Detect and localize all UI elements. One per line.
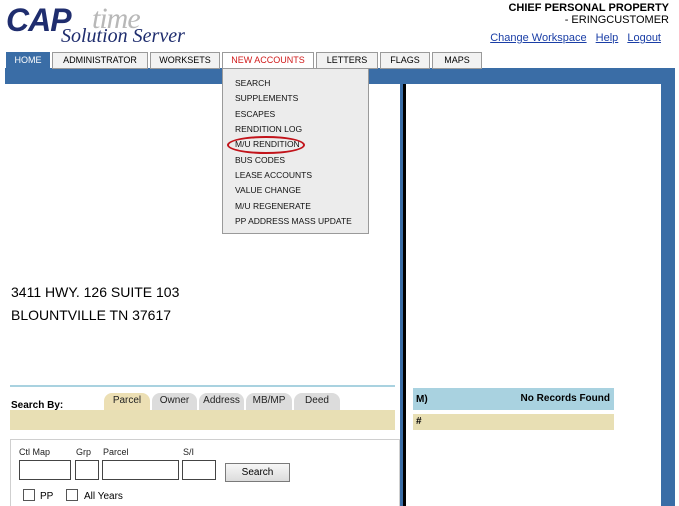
workspace-title: CHIEF PERSONAL PROPERTY — [508, 2, 669, 14]
tab-worksets[interactable]: WORKSETS — [150, 52, 220, 69]
tab-home[interactable]: HOME — [6, 52, 50, 69]
help-link[interactable]: Help — [596, 32, 619, 44]
menu-item-search[interactable]: SEARCH — [235, 78, 270, 88]
grid-row-hash: # — [416, 416, 422, 427]
ctl-map-label: Ctl Map — [19, 447, 51, 457]
parcel-label: Parcel — [103, 447, 129, 457]
si-input[interactable] — [182, 460, 216, 480]
menu-item-escapes[interactable]: ESCAPES — [235, 109, 275, 119]
change-workspace-link[interactable]: Change Workspace — [490, 32, 586, 44]
current-user: - ERINGCUSTOMER — [564, 14, 669, 26]
records-grid-header: M) No Records Found — [413, 388, 614, 410]
menu-item-rendition-log[interactable]: RENDITION LOG — [235, 124, 302, 134]
tab-new-accounts[interactable]: NEW ACCOUNTS — [222, 52, 314, 69]
logo-subtitle: Solution Server — [61, 25, 185, 47]
address-line-2: BLOUNTVILLE TN 37617 — [11, 307, 172, 323]
search-tab-owner[interactable]: Owner — [152, 393, 197, 411]
ctl-map-input[interactable] — [19, 460, 71, 480]
grid-column-m: M) — [416, 394, 428, 405]
menu-item-mu-regenerate[interactable]: M/U REGENERATE — [235, 201, 311, 211]
search-tab-mbmp[interactable]: MB/MP — [246, 393, 292, 411]
search-divider — [10, 385, 395, 387]
captime-logo: CAP time Solution Server — [4, 2, 234, 48]
menu-item-supplements[interactable]: SUPPLEMENTS — [235, 93, 298, 103]
search-tab-parcel[interactable]: Parcel — [104, 393, 150, 411]
grp-label: Grp — [76, 447, 92, 457]
all-years-label: All Years — [84, 491, 123, 502]
si-label: S/I — [183, 447, 195, 457]
pp-checkbox[interactable] — [23, 489, 35, 501]
search-tab-band — [10, 410, 395, 430]
menu-item-bus-codes[interactable]: BUS CODES — [235, 155, 285, 165]
right-panel — [406, 84, 661, 506]
parcel-input[interactable] — [102, 460, 179, 480]
header-links: Change Workspace Help Logout — [484, 32, 661, 44]
search-tab-address[interactable]: Address — [199, 393, 244, 411]
tab-flags[interactable]: FLAGS — [380, 52, 430, 69]
workspace-info: CHIEF PERSONAL PROPERTY - ERINGCUSTOMER — [508, 2, 669, 26]
search-tab-deed[interactable]: Deed — [294, 393, 340, 411]
menu-item-lease-accounts[interactable]: LEASE ACCOUNTS — [235, 170, 312, 180]
highlight-circle — [227, 136, 305, 154]
address-line-1: 3411 HWY. 126 SUITE 103 — [11, 284, 180, 300]
logout-link[interactable]: Logout — [627, 32, 661, 44]
tab-letters[interactable]: LETTERS — [316, 52, 378, 69]
grp-input[interactable] — [75, 460, 99, 480]
records-grid-row: # — [413, 414, 614, 430]
tab-maps[interactable]: MAPS — [432, 52, 482, 69]
menu-item-pp-address-mass-update[interactable]: PP ADDRESS MASS UPDATE — [235, 216, 352, 226]
menu-item-value-change[interactable]: VALUE CHANGE — [235, 185, 301, 195]
search-button[interactable]: Search — [225, 463, 290, 482]
all-years-checkbox[interactable] — [66, 489, 78, 501]
pp-label: PP — [40, 491, 54, 502]
tab-administrator[interactable]: ADMINISTRATOR — [52, 52, 148, 69]
no-records-text: No Records Found — [520, 393, 610, 404]
